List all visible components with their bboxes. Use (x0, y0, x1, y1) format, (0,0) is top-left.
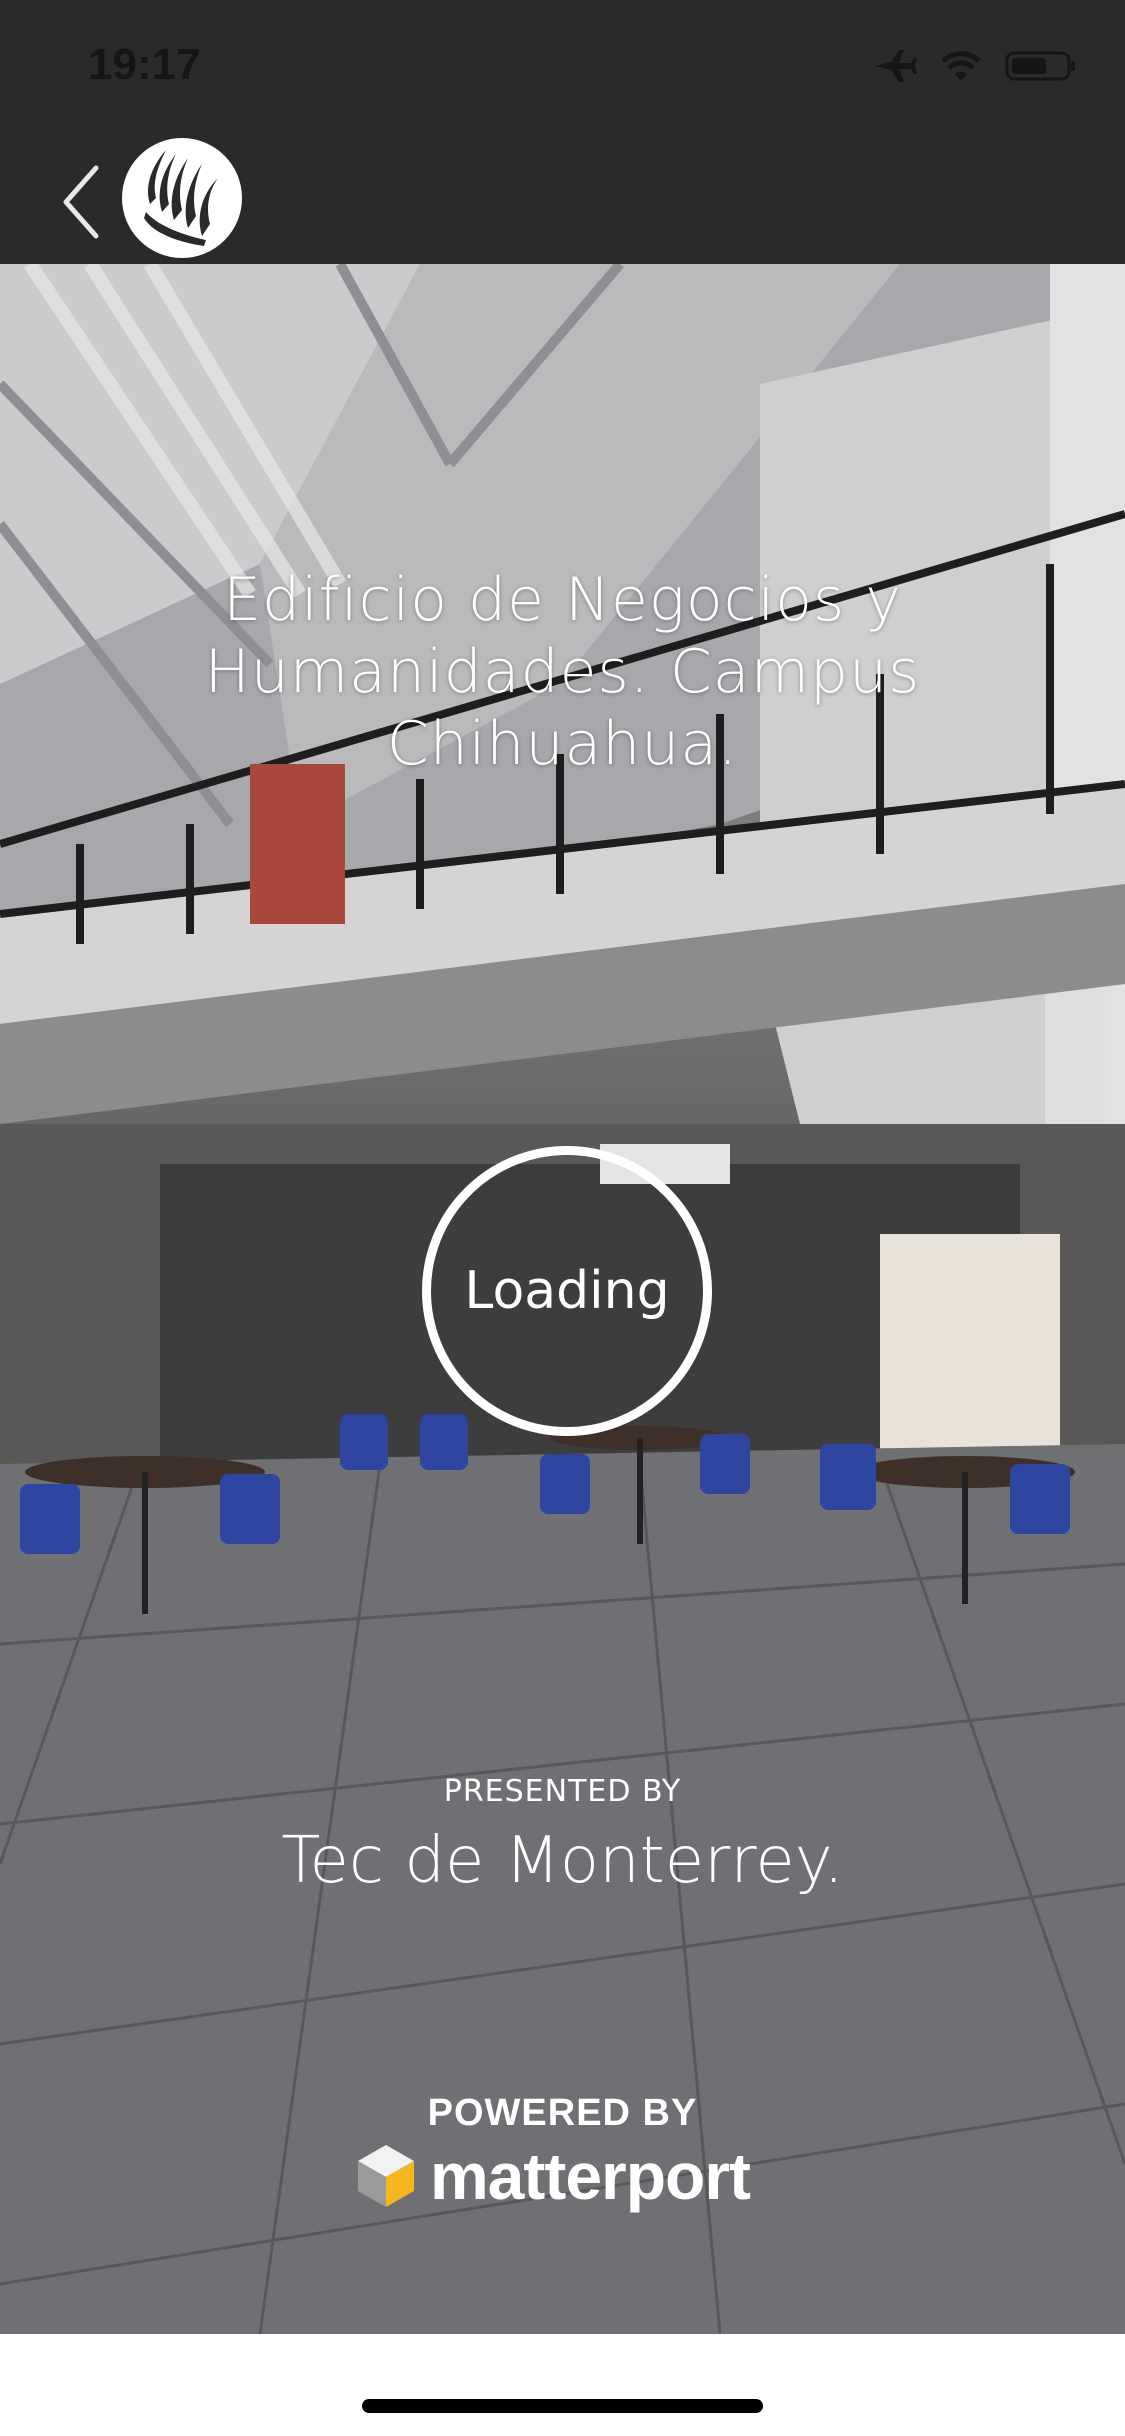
wifi-icon (941, 51, 981, 81)
back-button[interactable] (52, 162, 112, 242)
status-bar: 19:17 (0, 0, 1125, 132)
home-indicator[interactable] (362, 2399, 763, 2413)
matterport-brand: matterport (356, 2136, 751, 2216)
presenter-name: Tec de Monterrey. (281, 1824, 844, 1898)
powered-by-label: POWERED BY (427, 2092, 698, 2134)
tour-title: Edificio de Negocios y Humanidades. Camp… (204, 565, 921, 779)
status-time: 19:17 (88, 40, 201, 89)
tec-monterrey-logo[interactable] (122, 138, 242, 258)
airplane-icon (875, 50, 917, 82)
loading-label: Loading (464, 1261, 670, 1321)
home-indicator-area (0, 2334, 1125, 2436)
flame-logo-icon (144, 150, 218, 246)
battery-icon (1005, 51, 1075, 81)
presented-by-label: PRESENTED BY (443, 1774, 682, 1809)
nav-bar (0, 132, 1125, 264)
loading-indicator: Loading (422, 1146, 712, 1436)
chevron-left-icon (63, 165, 99, 239)
matterport-cube-icon (358, 2145, 414, 2207)
status-icons (873, 48, 1077, 84)
matterport-wordmark: matterport (430, 2139, 751, 2213)
tour-preview[interactable]: Edificio de Negocios y Humanidades. Camp… (0, 264, 1125, 2334)
